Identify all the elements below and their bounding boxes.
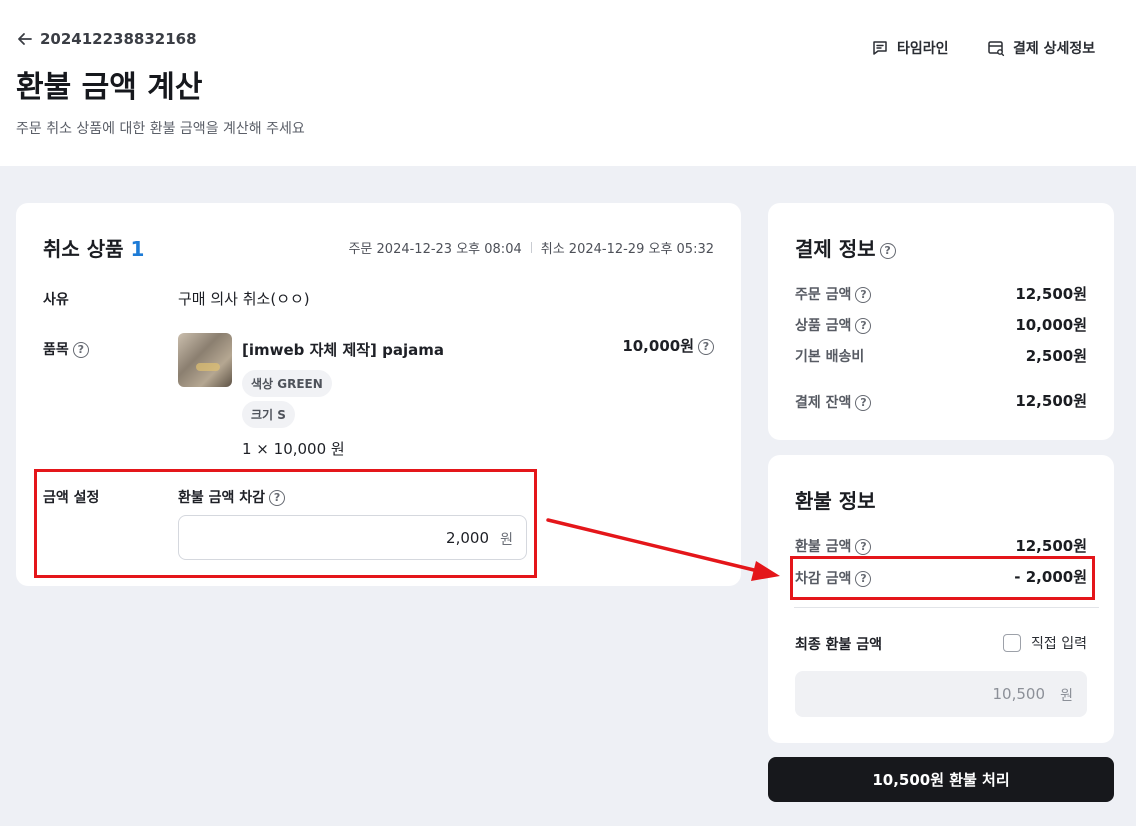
- divider: [794, 607, 1099, 608]
- final-refund-label: 최종 환불 금액: [795, 637, 883, 653]
- order-dates: 주문 2024-12-23 오후 08:04 취소 2024-12-29 오후 …: [348, 238, 714, 257]
- option-chip-color: 색상 GREEN: [242, 370, 332, 397]
- payment-detail-label: 결제 상세정보: [1013, 41, 1096, 57]
- arrow-left-icon: [18, 33, 32, 45]
- product-name: [imweb 자체 제작] pajama: [242, 341, 444, 359]
- cancel-items-title: 취소 상품 1: [43, 233, 144, 262]
- timeline-button[interactable]: 타임라인: [871, 38, 949, 58]
- order-date: 주문 2024-12-23 오후 08:04: [348, 242, 522, 257]
- page-header: 202412238832168 환불 금액 계산 주문 취소 상품에 대한 환불…: [0, 0, 1136, 166]
- reason-value: 구매 의사 취소(ㅇㅇ): [178, 290, 310, 308]
- annotation-box-amount-setting: [34, 469, 537, 578]
- cancel-items-title-text: 취소 상품: [43, 237, 124, 261]
- payment-row-label: 상품 금액?: [795, 315, 872, 335]
- final-refund-input[interactable]: [805, 671, 1045, 717]
- page-title: 환불 금액 계산: [16, 70, 203, 105]
- help-icon[interactable]: ?: [879, 242, 896, 259]
- help-icon[interactable]: ?: [72, 342, 89, 358]
- refund-amount-value: 12,500원: [1015, 537, 1087, 555]
- product-thumbnail: [178, 333, 232, 387]
- chat-bubble-icon: [873, 41, 887, 55]
- cancel-date: 취소 2024-12-29 오후 05:32: [540, 242, 714, 257]
- refund-info-title: 환불 정보: [795, 489, 876, 513]
- receipt-search-icon: [988, 41, 1005, 57]
- direct-input-toggle[interactable]: 직접 입력: [1003, 633, 1087, 653]
- direct-input-label: 직접 입력: [1031, 636, 1087, 652]
- help-icon[interactable]: ?: [855, 287, 872, 303]
- payment-row-value: 10,000원: [1015, 316, 1087, 334]
- help-icon[interactable]: ?: [698, 338, 714, 355]
- option-chip-size: 크기 S: [242, 401, 295, 428]
- reason-label: 사유: [43, 292, 69, 308]
- cancel-items-count: 1: [130, 237, 145, 261]
- timeline-label: 타임라인: [897, 41, 949, 57]
- payment-row-value: 2,500원: [1025, 347, 1087, 365]
- payment-row-label: 결제 잔액?: [795, 392, 872, 412]
- final-refund-unit: 원: [1060, 688, 1073, 704]
- page-subtitle: 주문 취소 상품에 대한 환불 금액을 계산해 주세요: [16, 121, 305, 137]
- help-icon[interactable]: ?: [855, 395, 872, 411]
- payment-row-label: 기본 배송비: [795, 349, 865, 365]
- help-icon[interactable]: ?: [855, 539, 872, 555]
- payment-info-title: 결제 정보?: [795, 233, 896, 262]
- final-refund-input-box: 원: [795, 671, 1087, 717]
- order-number: 202412238832168: [40, 30, 197, 48]
- payment-row-label: 주문 금액?: [795, 284, 872, 304]
- refund-submit-button[interactable]: 10,500원 환불 처리: [768, 757, 1114, 802]
- payment-row-value: 12,500원: [1015, 285, 1087, 303]
- payment-info-card: 결제 정보? 주문 금액? 12,500원 상품 금액? 10,000원 기본 …: [768, 203, 1114, 440]
- help-icon[interactable]: ?: [855, 318, 872, 334]
- annotation-box-deduction: [790, 556, 1095, 600]
- refund-amount-label: 환불 금액?: [795, 536, 872, 556]
- direct-input-checkbox[interactable]: [1003, 634, 1022, 652]
- payment-row-value: 12,500원: [1015, 392, 1087, 410]
- date-divider: [530, 242, 532, 253]
- back-button[interactable]: 202412238832168: [16, 30, 197, 48]
- product-price: 10,000원?: [622, 335, 714, 356]
- product-qty-price: 1 × 10,000 원: [242, 440, 345, 458]
- item-label: 품목?: [43, 339, 89, 359]
- payment-detail-button[interactable]: 결제 상세정보: [987, 38, 1095, 58]
